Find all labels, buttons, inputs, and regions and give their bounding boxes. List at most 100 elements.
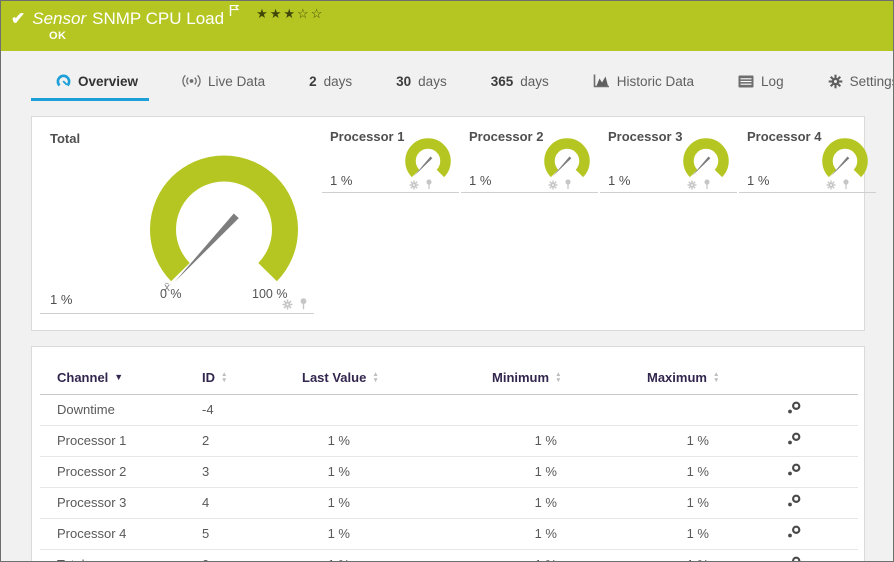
- gauge-value: 1 %: [469, 173, 492, 188]
- tab-label: Live Data: [208, 73, 266, 89]
- column-header-minimum[interactable]: Minimum ▲ ▼: [492, 363, 647, 395]
- channel-settings-gears-icon[interactable]: [785, 556, 802, 561]
- tab-label: Overview: [78, 73, 139, 89]
- table-row-downtime: Downtime -4: [40, 394, 858, 426]
- gauge-title: Processor 1: [330, 129, 405, 144]
- gauge-title: Processor 3: [608, 129, 683, 144]
- gauges-panel: Total x̄ 1 % 0 % 100 % Processor 1 1 % P…: [31, 116, 876, 331]
- tab-365-days[interactable]: 365 days: [491, 74, 549, 89]
- sort-icon: ▲ ▼: [221, 371, 228, 384]
- table-row-processor-3: Processor 3 4 1 % 1 % 1 %: [40, 487, 858, 519]
- prtg-sensor-page: ✔ Sensor SNMP CPU Load ★★★☆☆ OK Overview: [0, 0, 894, 562]
- tab-label: days: [418, 73, 447, 89]
- table-header-row: Channel ▼ ID ▲ ▼ Last Value ▲ ▼ Minimum ▲ ▼ Max…: [40, 363, 858, 395]
- gauge-cell-processor-4: Processor 4 1 %: [739, 127, 876, 193]
- tab-settings[interactable]: Settings: [828, 74, 893, 89]
- channel-name: Processor 1: [40, 425, 202, 457]
- tab-30-days[interactable]: 30 days: [396, 74, 447, 89]
- tab-2-days[interactable]: 2 days: [309, 74, 352, 89]
- channel-name: Processor 2: [40, 456, 202, 488]
- maximum-value: 1 %: [686, 433, 709, 448]
- channel-settings-gears-icon[interactable]: [785, 401, 802, 415]
- last-value: 1 %: [327, 495, 350, 510]
- pin-gauge-icon[interactable]: [425, 179, 433, 190]
- maximum-value: 1 %: [686, 526, 709, 541]
- gauge-title: Processor 2: [469, 129, 544, 144]
- channel-settings-gears-icon[interactable]: [785, 525, 802, 539]
- column-header-last-value[interactable]: Last Value ▲ ▼: [302, 363, 492, 395]
- maximum-value: 1 %: [686, 464, 709, 479]
- tab-live-data[interactable]: Live Data: [182, 74, 265, 89]
- column-header-maximum[interactable]: Maximum ▲ ▼: [647, 363, 785, 395]
- last-value: 1 %: [327, 464, 350, 479]
- channel-id: 0: [202, 549, 302, 561]
- active-tab-underline: [31, 98, 149, 101]
- channel-id: 3: [202, 456, 302, 488]
- historic-data-icon: [593, 74, 610, 88]
- minimum-value: 1 %: [492, 557, 557, 561]
- maximum-value: 1 %: [686, 495, 709, 510]
- tab-overview[interactable]: Overview: [56, 74, 138, 89]
- minimum-value: 1 %: [534, 495, 557, 510]
- gauge-min-label: 0 %: [160, 287, 182, 301]
- channel-settings-gear-icon[interactable]: [826, 179, 836, 190]
- channel-settings-gears-icon[interactable]: [785, 463, 802, 477]
- sort-desc-icon: ▼: [114, 372, 124, 382]
- channel-settings-gears-icon[interactable]: [785, 494, 802, 508]
- minimum-value: 1 %: [534, 526, 557, 541]
- priority-flag-icon[interactable]: [229, 4, 240, 17]
- tab-label: Log: [761, 73, 784, 89]
- pin-gauge-icon[interactable]: [703, 179, 711, 190]
- live-data-icon: [182, 74, 201, 88]
- gauge-cell-processor-2: Processor 2 1 %: [461, 127, 598, 193]
- channel-settings-gears-icon[interactable]: [785, 432, 802, 446]
- pin-gauge-icon[interactable]: [842, 179, 850, 190]
- column-header-id[interactable]: ID ▲ ▼: [202, 363, 302, 395]
- channel-id: 4: [202, 487, 302, 519]
- gauge-title: Total: [50, 131, 81, 146]
- sensor-header: ✔ Sensor SNMP CPU Load ★★★☆☆ OK: [1, 1, 893, 51]
- table-row-processor-2: Processor 2 3 1 % 1 % 1 %: [40, 456, 858, 488]
- settings-gear-icon: [828, 74, 843, 89]
- column-header-channel[interactable]: Channel ▼: [40, 363, 202, 395]
- tab-label: days: [323, 73, 353, 89]
- last-value: 1 %: [327, 433, 350, 448]
- table-row-processor-1: Processor 1 2 1 % 1 % 1 %: [40, 425, 858, 457]
- gauge-cell-processor-3: Processor 3 1 %: [600, 127, 737, 193]
- table-row-total: Total 0 1 % 1 % 1 %: [40, 549, 858, 561]
- pin-gauge-icon[interactable]: [299, 298, 308, 310]
- minimum-value: 1 %: [534, 464, 557, 479]
- last-value: 1 %: [327, 526, 350, 541]
- channel-settings-gear-icon[interactable]: [409, 179, 419, 190]
- status-badge: OK: [49, 30, 67, 42]
- channels-table: Channel ▼ ID ▲ ▼ Last Value ▲ ▼ Minimum ▲ ▼ Max…: [40, 363, 858, 561]
- tab-historic-data[interactable]: Historic Data: [593, 74, 694, 89]
- pin-gauge-icon[interactable]: [564, 179, 572, 190]
- gauge-value: 1 %: [608, 173, 631, 188]
- channel-name: Processor 4: [40, 518, 202, 550]
- sensor-name: SNMP CPU Load: [92, 9, 225, 28]
- tab-bar: Overview Live Data 2 days 30 days 365 da…: [31, 61, 893, 101]
- channel-settings-gear-icon[interactable]: [282, 299, 293, 310]
- gauge-cell-processor-1: Processor 1 1 %: [322, 127, 459, 193]
- page-title: Sensor SNMP CPU Load: [32, 8, 224, 30]
- minimum-value: 1 %: [534, 433, 557, 448]
- tab-log[interactable]: Log: [738, 74, 784, 89]
- channel-settings-gear-icon[interactable]: [687, 179, 697, 190]
- last-value: 1 %: [302, 557, 350, 561]
- channel-name: Processor 3: [40, 487, 202, 519]
- gauge-value: 1 %: [747, 173, 770, 188]
- ok-check-icon: ✔: [11, 9, 26, 28]
- channel-settings-gear-icon[interactable]: [548, 179, 558, 190]
- total-gauge: x̄: [150, 155, 298, 294]
- sort-icon: ▲ ▼: [712, 371, 720, 384]
- channel-id: -4: [202, 394, 302, 426]
- tab-label: days: [520, 73, 549, 89]
- priority-stars[interactable]: ★★★☆☆: [256, 6, 324, 22]
- log-icon: [738, 75, 754, 88]
- channel-name: Total: [40, 549, 202, 561]
- gauge-icon: [56, 74, 71, 89]
- table-row-processor-4: Processor 4 5 1 % 1 % 1 %: [40, 518, 858, 550]
- title-prefix: Sensor: [32, 9, 87, 28]
- gauge-value: 1 %: [50, 292, 73, 307]
